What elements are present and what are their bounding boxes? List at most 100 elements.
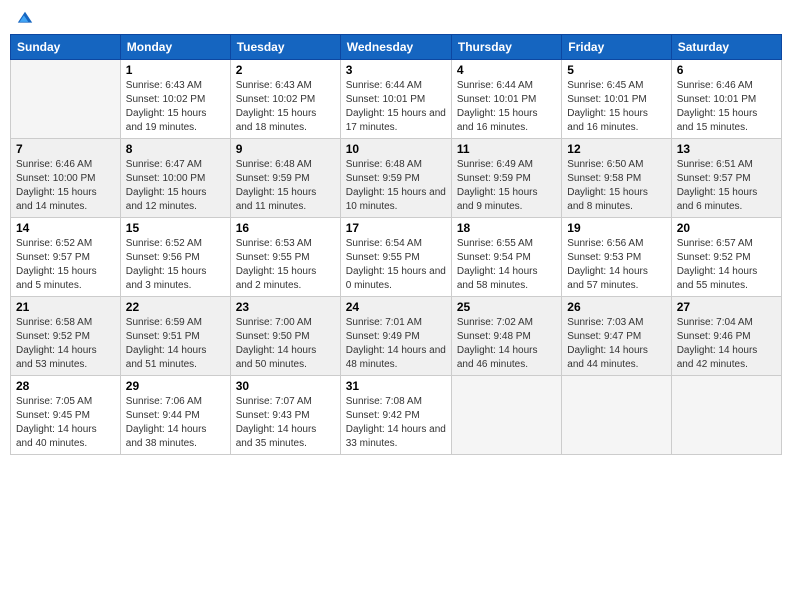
calendar-week-row: 1 Sunrise: 6:43 AMSunset: 10:02 PMDayligh…: [11, 60, 782, 139]
calendar-day-cell: 9Sunrise: 6:48 AMSunset: 9:59 PMDaylight…: [230, 139, 340, 218]
day-info: Sunrise: 6:47 AMSunset: 10:00 PMDaylight…: [126, 158, 225, 214]
calendar-day-cell: 15Sunrise: 6:52 AMSunset: 9:56 PMDayligh…: [120, 218, 230, 297]
calendar-day-cell: 13Sunrise: 6:51 AMSunset: 9:57 PMDayligh…: [671, 139, 781, 218]
day-number: 31: [346, 379, 446, 393]
day-number: 29: [126, 379, 225, 393]
calendar-day-cell: 19Sunrise: 6:56 AMSunset: 9:53 PMDayligh…: [562, 218, 671, 297]
day-number: 21: [16, 300, 115, 314]
day-info: Sunrise: 6:44 AMSunset: 10:01 PMDaylight…: [457, 79, 556, 135]
calendar-day-cell: 26 Sunrise: 7:03 AMSunset: 9:47 PMDayligh…: [562, 297, 671, 376]
day-info: Sunrise: 7:07 AMSunset: 9:43 PMDaylight:…: [236, 395, 335, 451]
calendar-day-cell: 20 Sunrise: 6:57 AMSunset: 9:52 PMDayligh…: [671, 218, 781, 297]
day-number: 10: [346, 142, 446, 156]
day-number: 25: [457, 300, 556, 314]
day-number: 1: [126, 63, 225, 77]
day-number: 12: [567, 142, 665, 156]
weekday-header: Friday: [562, 35, 671, 60]
calendar-day-cell: 23 Sunrise: 7:00 AMSunset: 9:50 PMDayligh…: [230, 297, 340, 376]
weekday-header: Wednesday: [340, 35, 451, 60]
day-info: Sunrise: 7:05 AMSunset: 9:45 PMDaylight:…: [16, 395, 115, 451]
calendar-day-cell: 22 Sunrise: 6:59 AMSunset: 9:51 PMDayligh…: [120, 297, 230, 376]
day-info: Sunrise: 6:49 AMSunset: 9:59 PMDaylight:…: [457, 158, 556, 214]
day-number: 17: [346, 221, 446, 235]
calendar-day-cell: 18 Sunrise: 6:55 AMSunset: 9:54 PMDayligh…: [451, 218, 561, 297]
day-number: 23: [236, 300, 335, 314]
logo-icon: [16, 10, 34, 28]
day-number: 15: [126, 221, 225, 235]
day-number: 18: [457, 221, 556, 235]
day-number: 7: [16, 142, 115, 156]
calendar-day-cell: 8 Sunrise: 6:47 AMSunset: 10:00 PMDayligh…: [120, 139, 230, 218]
day-number: 3: [346, 63, 446, 77]
day-info: Sunrise: 7:08 AMSunset: 9:42 PMDaylight:…: [346, 395, 446, 451]
day-info: Sunrise: 6:48 AMSunset: 9:59 PMDaylight:…: [236, 158, 335, 214]
calendar-day-cell: 10 Sunrise: 6:48 AMSunset: 9:59 PMDayligh…: [340, 139, 451, 218]
day-info: Sunrise: 7:03 AMSunset: 9:47 PMDaylight:…: [567, 316, 665, 372]
calendar-week-row: 14 Sunrise: 6:52 AMSunset: 9:57 PMDayligh…: [11, 218, 782, 297]
day-number: 4: [457, 63, 556, 77]
calendar-day-cell: 30 Sunrise: 7:07 AMSunset: 9:43 PMDayligh…: [230, 376, 340, 455]
day-info: Sunrise: 7:04 AMSunset: 9:46 PMDaylight:…: [677, 316, 776, 372]
calendar-header-row: SundayMondayTuesdayWednesdayThursdayFrid…: [11, 35, 782, 60]
day-info: Sunrise: 6:44 AMSunset: 10:01 PMDaylight…: [346, 79, 446, 135]
calendar-day-cell: [11, 60, 121, 139]
day-info: Sunrise: 6:45 AMSunset: 10:01 PMDaylight…: [567, 79, 665, 135]
calendar-day-cell: 3 Sunrise: 6:44 AMSunset: 10:01 PMDayligh…: [340, 60, 451, 139]
day-number: 8: [126, 142, 225, 156]
day-number: 2: [236, 63, 335, 77]
calendar-day-cell: 6 Sunrise: 6:46 AMSunset: 10:01 PMDayligh…: [671, 60, 781, 139]
day-number: 28: [16, 379, 115, 393]
day-info: Sunrise: 6:55 AMSunset: 9:54 PMDaylight:…: [457, 237, 556, 293]
day-info: Sunrise: 6:57 AMSunset: 9:52 PMDaylight:…: [677, 237, 776, 293]
weekday-header: Tuesday: [230, 35, 340, 60]
calendar-day-cell: 16Sunrise: 6:53 AMSunset: 9:55 PMDayligh…: [230, 218, 340, 297]
day-info: Sunrise: 6:54 AMSunset: 9:55 PMDaylight:…: [346, 237, 446, 293]
day-number: 22: [126, 300, 225, 314]
day-number: 11: [457, 142, 556, 156]
calendar-day-cell: 2Sunrise: 6:43 AMSunset: 10:02 PMDayligh…: [230, 60, 340, 139]
day-info: Sunrise: 6:50 AMSunset: 9:58 PMDaylight:…: [567, 158, 665, 214]
calendar-day-cell: 27 Sunrise: 7:04 AMSunset: 9:46 PMDayligh…: [671, 297, 781, 376]
calendar-day-cell: 12 Sunrise: 6:50 AMSunset: 9:58 PMDayligh…: [562, 139, 671, 218]
calendar-day-cell: [451, 376, 561, 455]
logo: [14, 10, 34, 28]
calendar-day-cell: [671, 376, 781, 455]
day-info: Sunrise: 6:56 AMSunset: 9:53 PMDaylight:…: [567, 237, 665, 293]
day-number: 27: [677, 300, 776, 314]
day-number: 14: [16, 221, 115, 235]
day-info: Sunrise: 6:43 AMSunset: 10:02 PMDaylight…: [126, 79, 225, 135]
calendar-week-row: 21 Sunrise: 6:58 AMSunset: 9:52 PMDayligh…: [11, 297, 782, 376]
calendar-week-row: 7 Sunrise: 6:46 AMSunset: 10:00 PMDayligh…: [11, 139, 782, 218]
day-info: Sunrise: 6:46 AMSunset: 10:01 PMDaylight…: [677, 79, 776, 135]
day-info: Sunrise: 6:48 AMSunset: 9:59 PMDaylight:…: [346, 158, 446, 214]
calendar-day-cell: 17 Sunrise: 6:54 AMSunset: 9:55 PMDayligh…: [340, 218, 451, 297]
calendar-day-cell: 31 Sunrise: 7:08 AMSunset: 9:42 PMDayligh…: [340, 376, 451, 455]
calendar-day-cell: 5 Sunrise: 6:45 AMSunset: 10:01 PMDayligh…: [562, 60, 671, 139]
weekday-header: Monday: [120, 35, 230, 60]
weekday-header: Thursday: [451, 35, 561, 60]
calendar-day-cell: [562, 376, 671, 455]
calendar-day-cell: 28 Sunrise: 7:05 AMSunset: 9:45 PMDayligh…: [11, 376, 121, 455]
day-info: Sunrise: 7:06 AMSunset: 9:44 PMDaylight:…: [126, 395, 225, 451]
day-info: Sunrise: 6:59 AMSunset: 9:51 PMDaylight:…: [126, 316, 225, 372]
day-number: 24: [346, 300, 446, 314]
calendar-day-cell: 4 Sunrise: 6:44 AMSunset: 10:01 PMDayligh…: [451, 60, 561, 139]
day-info: Sunrise: 6:58 AMSunset: 9:52 PMDaylight:…: [16, 316, 115, 372]
calendar-day-cell: 11 Sunrise: 6:49 AMSunset: 9:59 PMDayligh…: [451, 139, 561, 218]
day-number: 30: [236, 379, 335, 393]
day-info: Sunrise: 6:46 AMSunset: 10:00 PMDaylight…: [16, 158, 115, 214]
calendar-day-cell: 7 Sunrise: 6:46 AMSunset: 10:00 PMDayligh…: [11, 139, 121, 218]
day-info: Sunrise: 7:00 AMSunset: 9:50 PMDaylight:…: [236, 316, 335, 372]
weekday-header: Saturday: [671, 35, 781, 60]
day-info: Sunrise: 6:52 AMSunset: 9:57 PMDaylight:…: [16, 237, 115, 293]
day-number: 6: [677, 63, 776, 77]
day-number: 20: [677, 221, 776, 235]
day-number: 26: [567, 300, 665, 314]
day-number: 16: [236, 221, 335, 235]
day-number: 5: [567, 63, 665, 77]
calendar-day-cell: 24Sunrise: 7:01 AMSunset: 9:49 PMDayligh…: [340, 297, 451, 376]
day-info: Sunrise: 7:02 AMSunset: 9:48 PMDaylight:…: [457, 316, 556, 372]
calendar-day-cell: 29 Sunrise: 7:06 AMSunset: 9:44 PMDayligh…: [120, 376, 230, 455]
calendar-week-row: 28 Sunrise: 7:05 AMSunset: 9:45 PMDayligh…: [11, 376, 782, 455]
weekday-header: Sunday: [11, 35, 121, 60]
